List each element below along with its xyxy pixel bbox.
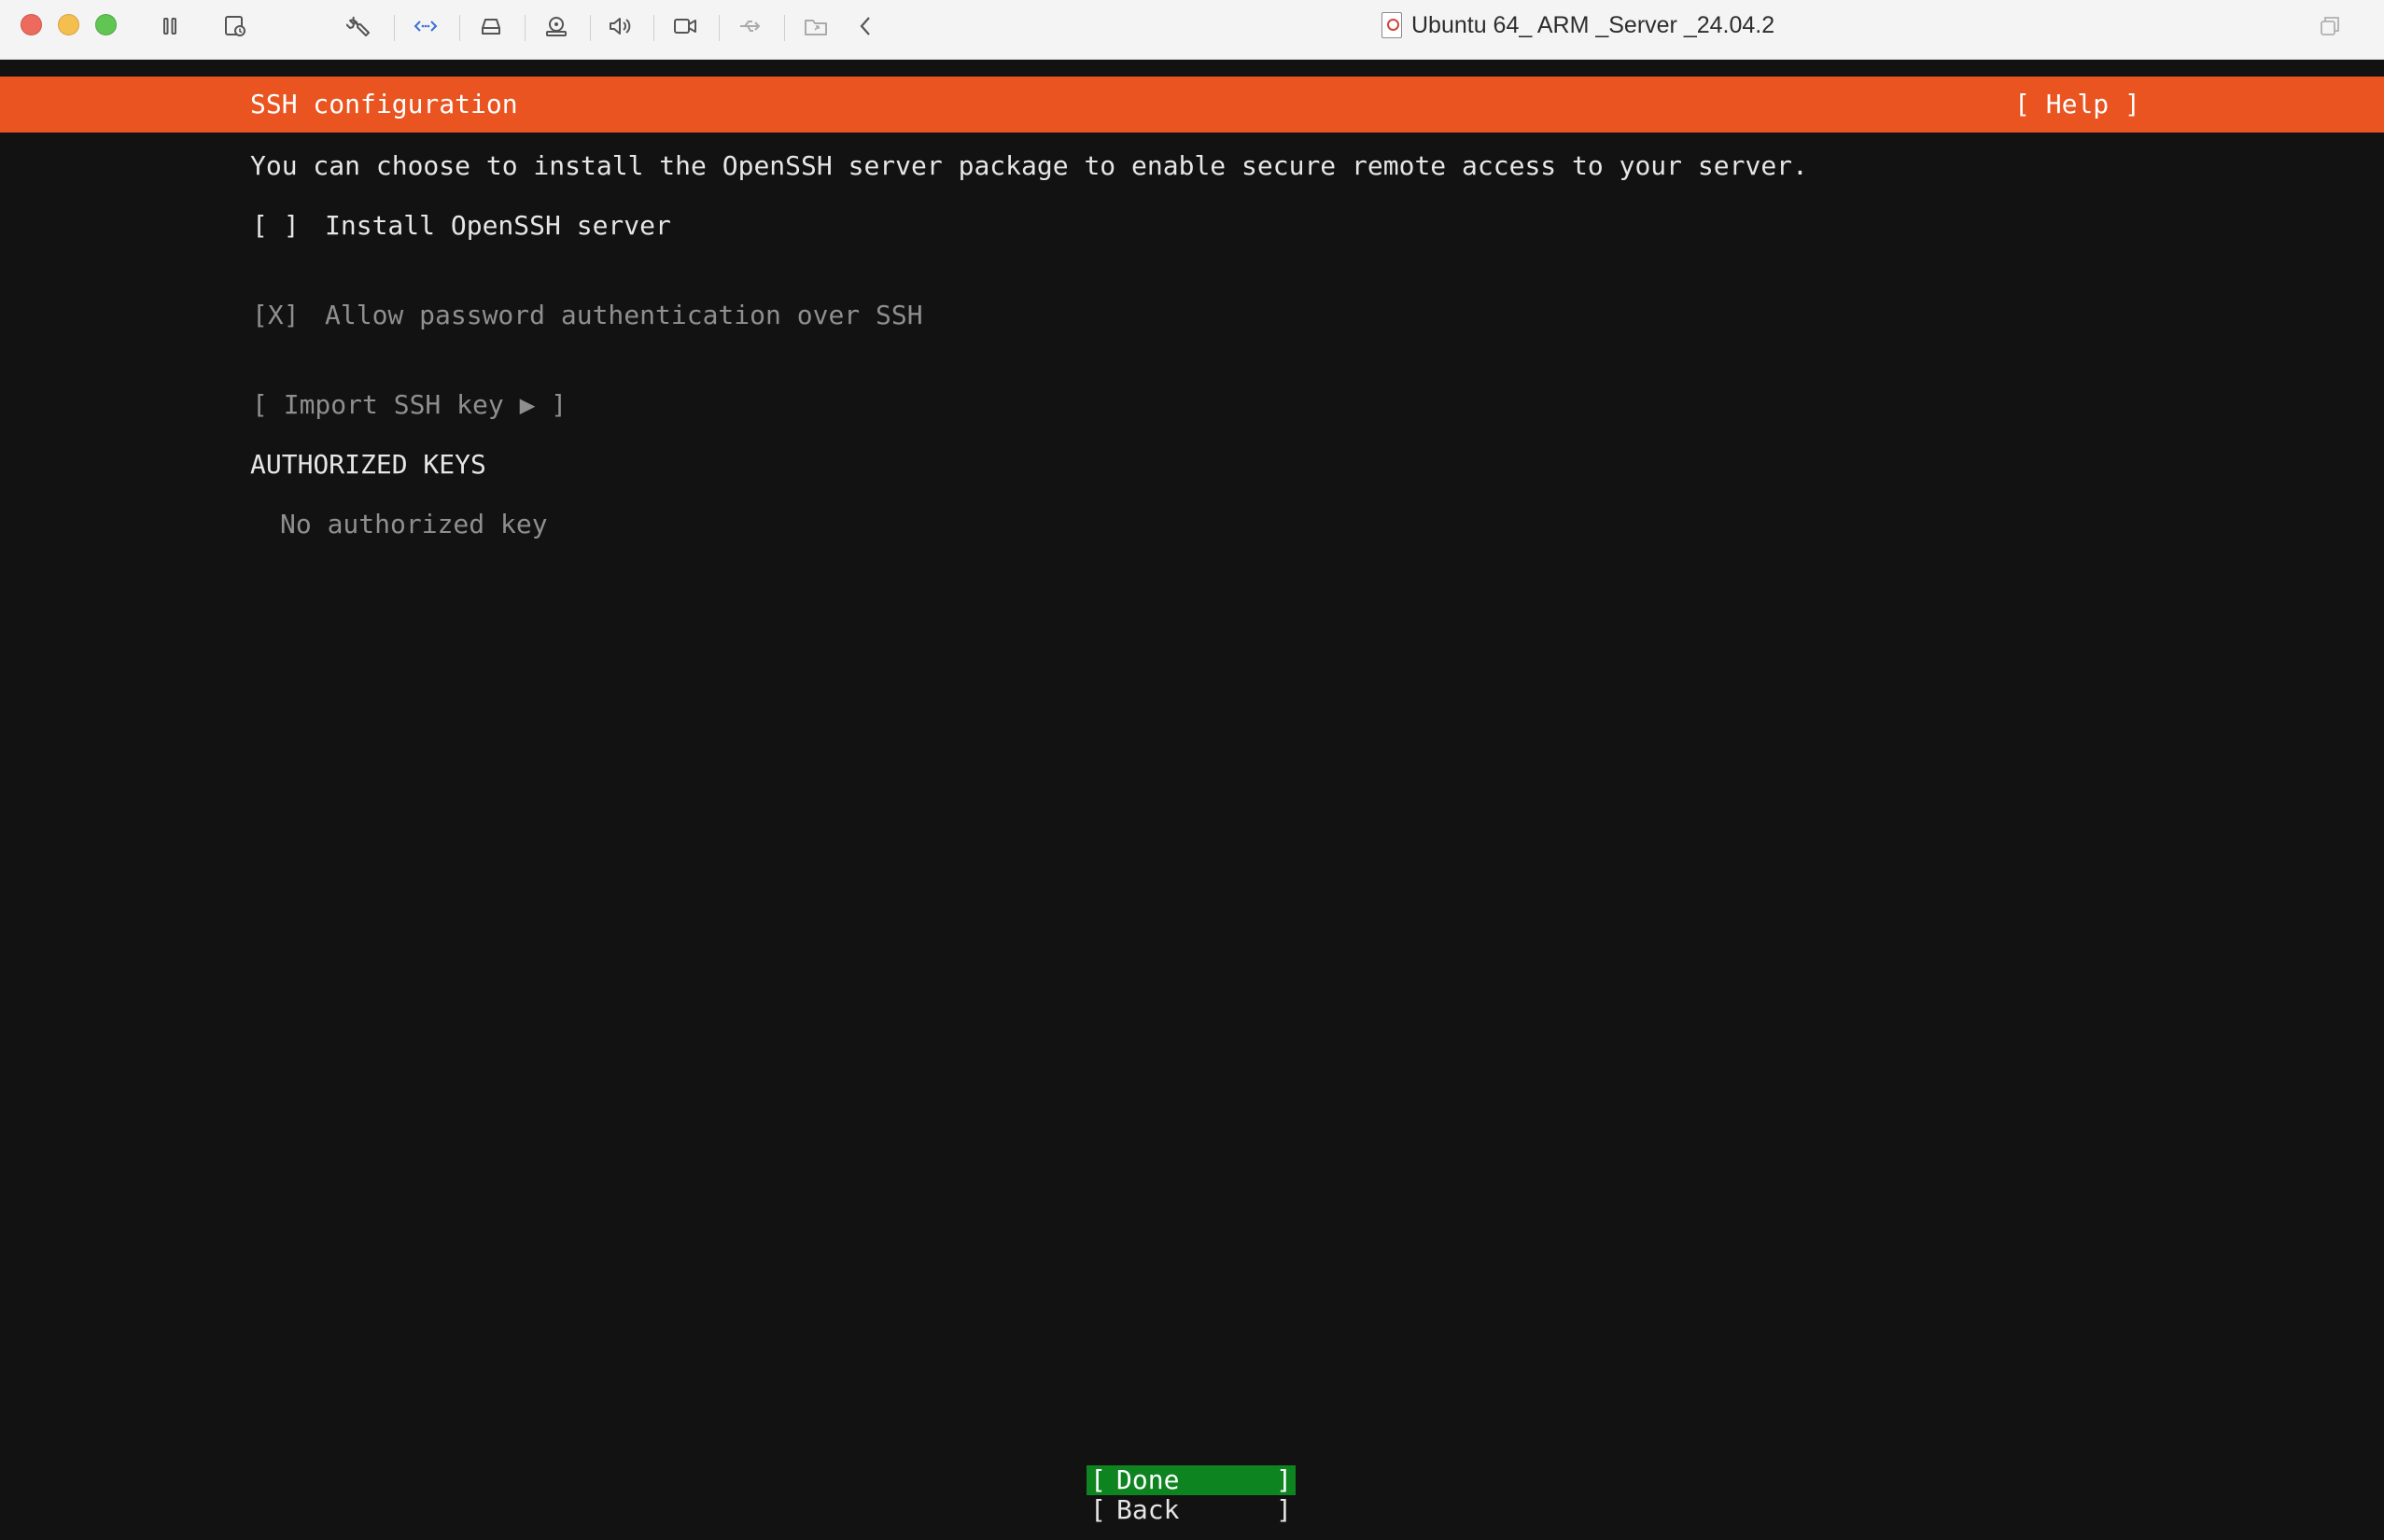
import-ssh-key-button: [ Import SSH key ▶ ] bbox=[252, 389, 568, 420]
password-auth-checkbox-box: [X] bbox=[252, 300, 300, 330]
back-button-left-bracket: [ bbox=[1090, 1494, 1106, 1525]
password-auth-checkbox: [X] Allow password authentication over S… bbox=[252, 297, 923, 334]
authorized-keys-heading: AUTHORIZED KEYS bbox=[250, 449, 486, 480]
installer-screen: SSH configuration [ Help ] You can choos… bbox=[0, 60, 2384, 1540]
done-button[interactable]: [ Done ] bbox=[1087, 1465, 1296, 1495]
usb-icon[interactable] bbox=[736, 11, 765, 41]
vm-document-icon bbox=[1381, 12, 1402, 38]
shared-folder-icon[interactable] bbox=[801, 11, 831, 41]
cd-dvd-icon[interactable] bbox=[541, 11, 571, 41]
done-button-label: Done bbox=[1116, 1464, 1180, 1495]
window-title-bar: Ubuntu 64_ ARM _Server _24.04.2 bbox=[0, 0, 2384, 60]
back-button[interactable]: [ Back ] bbox=[1087, 1495, 1296, 1525]
hard-disk-icon[interactable] bbox=[476, 11, 506, 41]
window-title: Ubuntu 64_ ARM _Server _24.04.2 bbox=[1381, 9, 1774, 41]
sound-icon[interactable] bbox=[605, 11, 635, 41]
back-button-label: Back bbox=[1116, 1494, 1180, 1525]
close-window-button[interactable] bbox=[21, 14, 42, 35]
camera-icon[interactable] bbox=[670, 11, 700, 41]
intro-text: You can choose to install the OpenSSH se… bbox=[250, 150, 1808, 181]
snapshot-icon[interactable] bbox=[220, 11, 250, 41]
settings-wrench-icon[interactable] bbox=[345, 11, 375, 41]
install-openssh-checkbox[interactable]: [ ] Install OpenSSH server bbox=[252, 207, 671, 245]
done-button-right-bracket: ] bbox=[1276, 1464, 1292, 1495]
back-button-right-bracket: ] bbox=[1276, 1494, 1292, 1525]
page-title: SSH configuration bbox=[250, 89, 518, 119]
zoom-window-button[interactable] bbox=[95, 14, 117, 35]
done-button-left-bracket: [ bbox=[1090, 1464, 1106, 1495]
chevron-left-icon[interactable] bbox=[851, 11, 881, 41]
window-title-text: Ubuntu 64_ ARM _Server _24.04.2 bbox=[1411, 11, 1775, 38]
pause-icon[interactable] bbox=[155, 11, 185, 41]
minimize-window-button[interactable] bbox=[58, 14, 79, 35]
installer-header: SSH configuration [ Help ] bbox=[0, 77, 2384, 133]
network-arrows-icon[interactable] bbox=[411, 11, 441, 41]
openssh-checkbox-label: Install OpenSSH server bbox=[325, 210, 671, 241]
no-authorized-key-text: No authorized key bbox=[280, 509, 548, 539]
help-button[interactable]: [ Help ] bbox=[2014, 86, 2140, 123]
password-auth-checkbox-label: Allow password authentication over SSH bbox=[325, 300, 923, 330]
openssh-checkbox-box[interactable]: [ ] bbox=[252, 207, 325, 245]
window-copy-icon[interactable] bbox=[2315, 11, 2345, 41]
